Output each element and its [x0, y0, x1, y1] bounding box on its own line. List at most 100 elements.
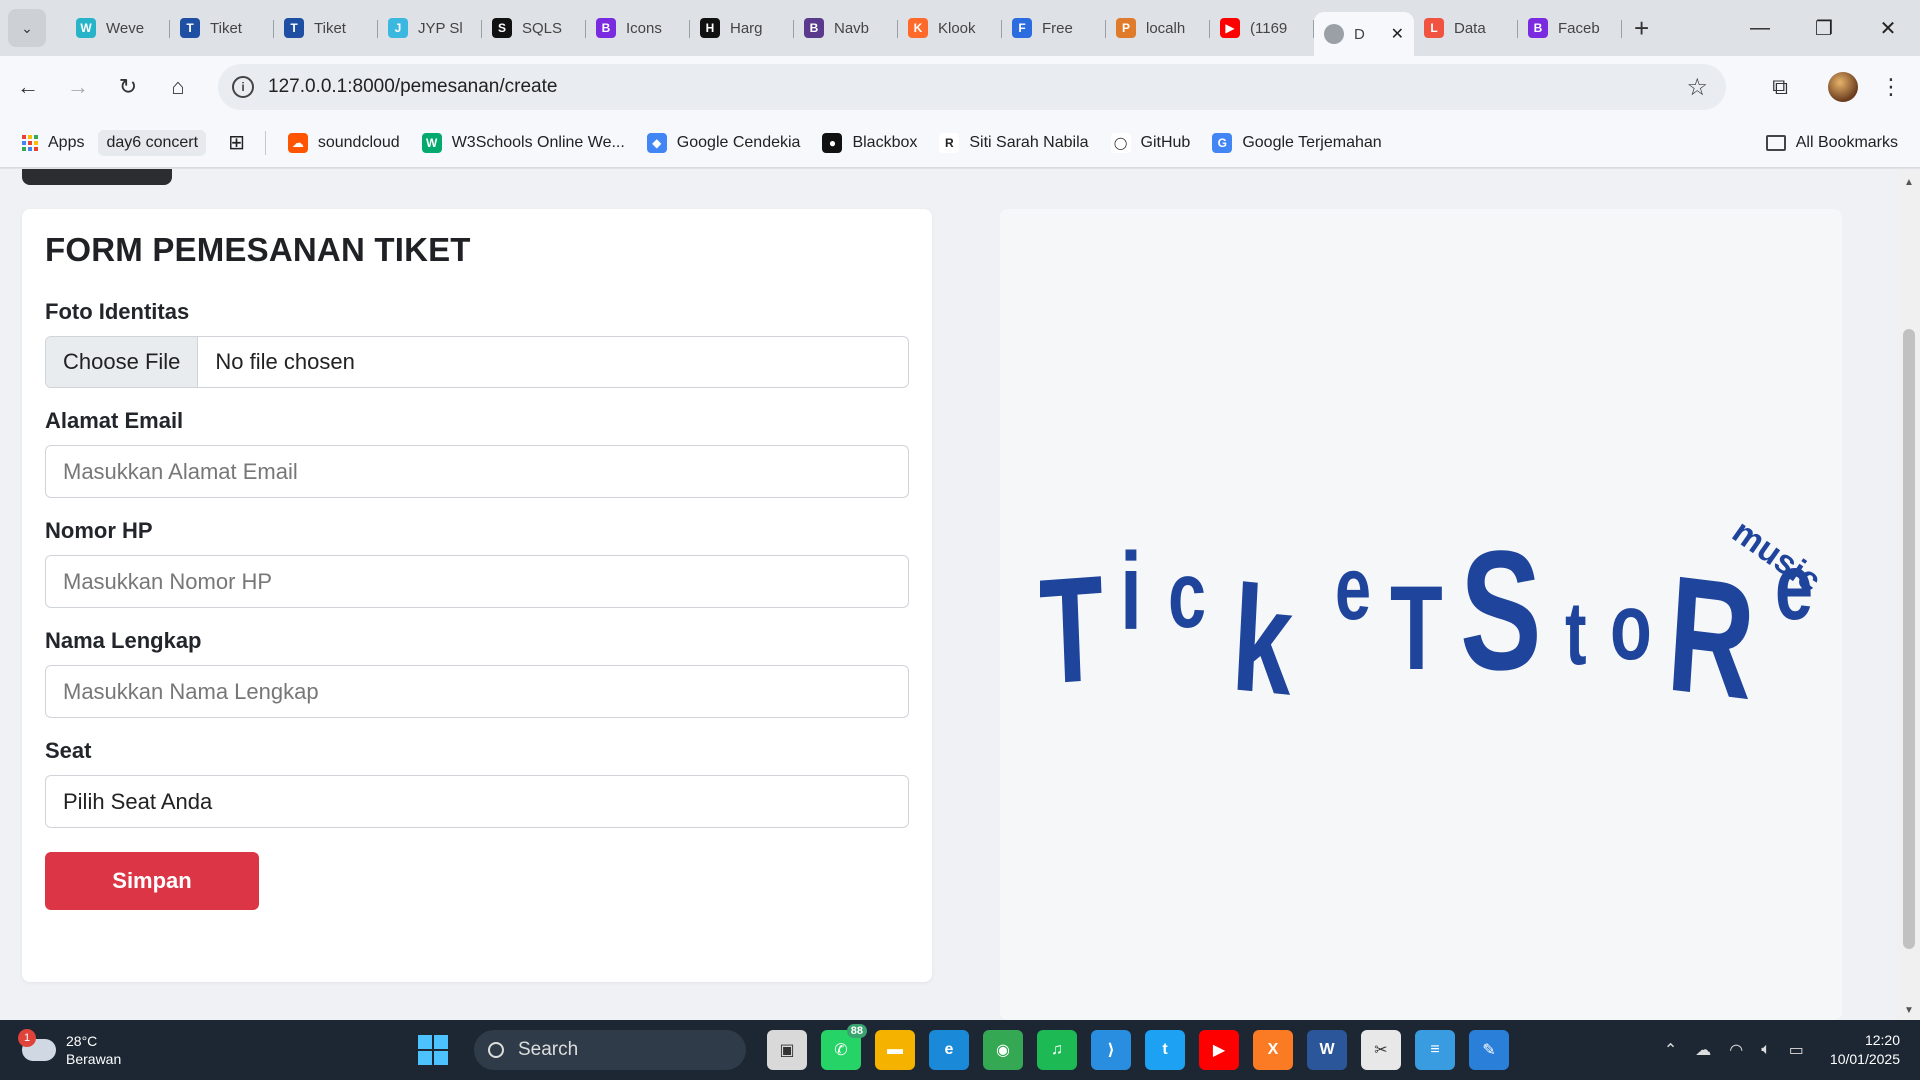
page-viewport: FORM PEMESANAN TIKET Foto Identitas Choo… [0, 169, 1898, 1020]
restore-button[interactable]: ❐ [1792, 16, 1856, 41]
seat-label: Seat [45, 738, 92, 763]
tab-b-1[interactable]: B Faceb [1518, 8, 1622, 48]
tab-favicon-icon: J [388, 18, 408, 38]
tab-a-0[interactable]: W Weve [66, 8, 170, 48]
bookmark-item[interactable]: ◯ GitHub [1110, 132, 1190, 153]
paint-icon[interactable]: ✎ [1469, 1030, 1509, 1070]
minimize-button[interactable]: — [1728, 17, 1792, 40]
tab-a-7[interactable]: B Navb [794, 8, 898, 48]
name-input[interactable] [45, 665, 909, 718]
bookmark-item[interactable]: W W3Schools Online We... [421, 132, 625, 153]
tab-a-10[interactable]: Plocalh [1106, 8, 1210, 48]
tab-favicon-icon: S [492, 18, 512, 38]
bookmark-apps-label: Apps [48, 133, 85, 151]
email-input[interactable] [45, 445, 909, 498]
weather-desc: Berawan [66, 1051, 122, 1067]
spotify-icon[interactable]: ♫ [1037, 1030, 1077, 1070]
page-scrollbar[interactable]: ▲ ▼ [1898, 169, 1920, 1020]
foto-file-input[interactable]: Choose File No file chosen [45, 336, 909, 388]
tab-a-2[interactable]: T Tiket [274, 8, 378, 48]
weather-widget[interactable]: 1 28°C Berawan [18, 1029, 122, 1068]
taskbar-search-label: Search [518, 1039, 579, 1060]
reload-button[interactable]: ↻ [106, 65, 150, 109]
scroll-up-arrow-icon[interactable]: ▲ [1904, 177, 1914, 188]
tab-a-4[interactable]: S SQLS [482, 8, 586, 48]
tab-favicon-icon: F [1012, 18, 1032, 38]
taskbar-search[interactable]: Search [474, 1030, 746, 1070]
chrome-icon[interactable]: ◉ [983, 1030, 1023, 1070]
scroll-down-arrow-icon[interactable]: ▼ [1904, 1005, 1914, 1016]
form-title: FORM PEMESANAN TIKET [45, 231, 471, 268]
bookmark-item[interactable]: ● Blackbox [822, 132, 917, 153]
search-icon [488, 1042, 504, 1058]
seat-select[interactable]: Pilih Seat Anda [45, 775, 909, 828]
order-form-card: FORM PEMESANAN TIKET Foto Identitas Choo… [22, 209, 932, 982]
bookmark-day6-concert[interactable]: day6 concert [98, 129, 207, 156]
vscode-icon[interactable]: ⟩ [1091, 1030, 1131, 1070]
home-button[interactable]: ⌂ [156, 65, 200, 109]
battery-icon[interactable]: ▭ [1789, 1040, 1804, 1060]
extensions-icon[interactable]: ⧉ [1772, 74, 1788, 100]
tab-label: D [1354, 25, 1365, 43]
onedrive-icon[interactable]: ☁ [1695, 1040, 1711, 1060]
task-view-icon[interactable]: ▣ [767, 1030, 807, 1070]
tab-a-3[interactable]: J JYP Sl [378, 8, 482, 48]
tab-a-9[interactable]: F Free [1002, 8, 1106, 48]
tab-active[interactable]: D ✕ [1314, 12, 1414, 56]
tab-b-0[interactable]: L Data [1414, 8, 1518, 48]
save-button[interactable]: Simpan [45, 852, 259, 910]
apps-grid-icon [22, 134, 38, 151]
clock[interactable]: 12:20 10/01/2025 [1830, 1031, 1900, 1069]
site-info-icon[interactable]: i [232, 76, 254, 98]
bookmark-favicon-icon: G [1212, 132, 1233, 153]
new-tab-button[interactable]: + [1634, 13, 1649, 44]
volume-icon[interactable]: 🔈︎ [1761, 1041, 1771, 1059]
word-icon[interactable]: W [1307, 1030, 1347, 1070]
notepad-icon[interactable]: ≡ [1415, 1030, 1455, 1070]
back-button[interactable]: ← [6, 65, 50, 109]
bookmark-label: Google Terjemahan [1242, 133, 1382, 151]
tab-search-chevron-icon[interactable]: ⌄ [8, 9, 46, 47]
edge-icon[interactable]: e [929, 1030, 969, 1070]
scrollbar-thumb[interactable] [1903, 329, 1915, 949]
url-text[interactable]: 127.0.0.1:8000/pemesanan/create [268, 76, 557, 98]
phone-input[interactable] [45, 555, 909, 608]
tab-a-5[interactable]: B Icons [586, 8, 690, 48]
bookmark-favicon-icon: ☁ [287, 132, 308, 153]
bookmark-item[interactable]: R Siti Sarah Nabila [939, 132, 1089, 153]
tab-favicon-icon: B [1528, 18, 1548, 38]
bookmark-item[interactable]: G Google Terjemahan [1212, 132, 1382, 153]
tab-label: Free [1042, 19, 1073, 37]
navbar-button-stub[interactable] [22, 169, 172, 185]
bookmark-apps[interactable]: Apps [22, 134, 84, 152]
twitter-icon[interactable]: t [1145, 1030, 1185, 1070]
bookmark-star-icon[interactable]: ☆ [1686, 73, 1708, 102]
file-explorer-icon[interactable]: ▬ [875, 1030, 915, 1070]
profile-avatar[interactable] [1828, 72, 1858, 102]
foto-label: Foto Identitas [45, 299, 190, 324]
tab-a-1[interactable]: T Tiket [170, 8, 274, 48]
bookmark-grid-folder[interactable]: ⊞ [228, 130, 245, 155]
bookmark-item[interactable]: ☁ soundcloud [287, 132, 400, 153]
start-button-windows-icon[interactable] [418, 1035, 448, 1065]
bookmark-item[interactable]: ◆ Google Cendekia [646, 132, 800, 153]
browser-menu-icon[interactable]: ⋮ [1880, 74, 1902, 100]
tab-label: Harg [730, 19, 763, 37]
bookmark-favicon-icon: W [421, 132, 442, 153]
tab-favicon-icon: P [1116, 18, 1136, 38]
snipping-icon[interactable]: ✂ [1361, 1030, 1401, 1070]
address-bar[interactable]: i 127.0.0.1:8000/pemesanan/create ☆ [218, 64, 1726, 110]
tab-a-8[interactable]: K Klook [898, 8, 1002, 48]
close-window-button[interactable]: ✕ [1856, 16, 1920, 41]
chevron-up-icon[interactable]: ⌃ [1664, 1040, 1677, 1060]
close-tab-icon[interactable]: ✕ [1391, 24, 1404, 44]
all-bookmarks[interactable]: All Bookmarks [1765, 134, 1898, 152]
choose-file-button[interactable]: Choose File [46, 337, 199, 387]
whatsapp-icon[interactable]: ✆ 88 [821, 1024, 867, 1070]
xampp-icon[interactable]: X [1253, 1030, 1293, 1070]
tab-a-11[interactable]: ▶ (1169 [1210, 8, 1314, 48]
youtube-icon[interactable]: ▶ [1199, 1030, 1239, 1070]
wifi-icon[interactable]: ◠ [1729, 1040, 1743, 1060]
forward-button[interactable]: → [56, 65, 100, 109]
tab-a-6[interactable]: H Harg [690, 8, 794, 48]
